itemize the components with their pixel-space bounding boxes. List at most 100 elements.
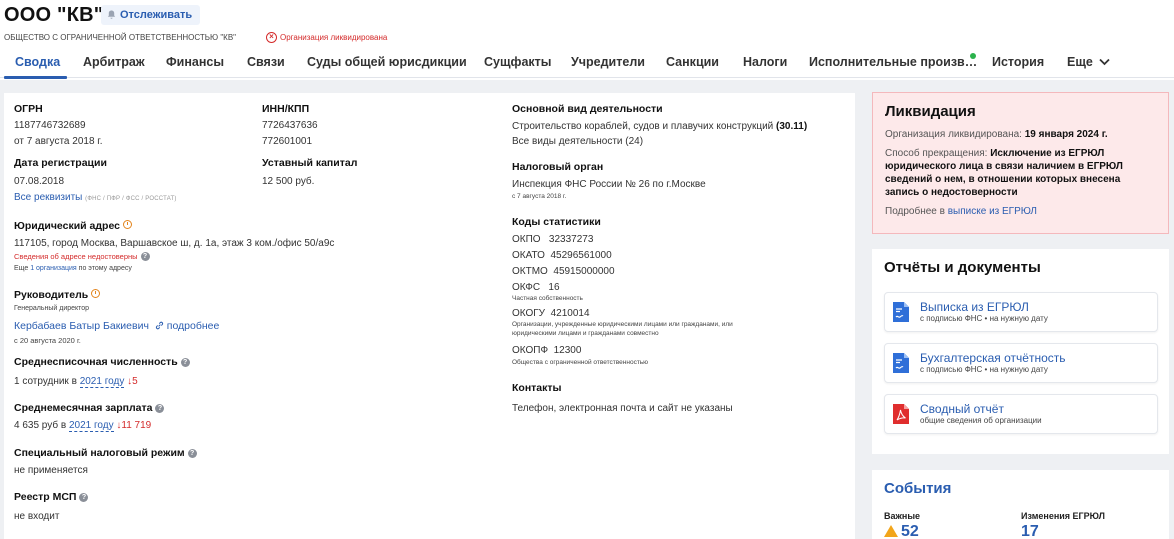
company-header: ООО "КВ" Отслеживать ОБЩЕСТВО С ОГРАНИЧЕ… <box>0 0 1174 80</box>
doc-title: Бухгалтерская отчётность <box>920 351 1066 365</box>
egrul-changes-count[interactable]: 17 <box>1021 523 1039 539</box>
info-icon[interactable]: ? <box>180 358 190 367</box>
liquidation-date-row: Организация ликвидирована: 19 января 202… <box>885 128 1156 141</box>
follow-label: Отслеживать <box>120 9 193 21</box>
director-since: с 20 августа 2020 г. <box>14 336 81 345</box>
okogu-desc-2: юридическими лицами и гражданами совмест… <box>512 330 659 337</box>
doc-item-egrul[interactable]: Выписка из ЕГРЮЛ с подписью ФНС • на нуж… <box>884 292 1158 332</box>
status-badge: × Организация ликвидирована <box>266 32 387 43</box>
salary-label: Среднемесячная зарплата? <box>14 402 165 414</box>
requisites-note: (ФНС / ПФР / ФСС / РОССТАТ) <box>85 196 177 202</box>
employees-delta: ↓5 <box>127 376 138 387</box>
summary-panel: ОГРН 1187746732689 от 7 августа 2018 г. … <box>4 93 855 539</box>
okpo-value: ОКПО 32337273 <box>512 234 594 245</box>
activity-value: Строительство кораблей, судов и плавучих… <box>512 121 807 132</box>
liquidation-date: 19 января 2024 г. <box>1024 129 1108 140</box>
new-indicator-dot <box>970 53 976 59</box>
events-title[interactable]: События <box>884 480 1157 497</box>
tax-regime-label: Специальный налоговый режим? <box>14 447 197 459</box>
doc-item-summary[interactable]: Сводный отчёт общие сведения об организа… <box>884 394 1158 434</box>
info-icon[interactable]: ? <box>140 252 150 261</box>
tab-sanctions[interactable]: Санкции <box>666 55 719 69</box>
egrul-extract-link[interactable]: выписке из ЕГРЮЛ <box>948 206 1037 217</box>
employees-label-text: Среднесписочная численность <box>14 356 178 368</box>
doc-sub: с подписью ФНС • на нужную дату <box>920 365 1048 374</box>
address-more-prefix: Еще <box>14 265 29 272</box>
reg-date-label: Дата регистрации <box>14 157 107 169</box>
tab-arbitration[interactable]: Арбитраж <box>83 55 145 69</box>
tab-history[interactable]: История <box>992 55 1044 69</box>
okopf-value: ОКОПФ 12300 <box>512 345 582 356</box>
address-more-link[interactable]: 1 организация <box>30 265 77 272</box>
tab-more[interactable]: Еще <box>1067 55 1110 69</box>
tab-finance[interactable]: Финансы <box>166 55 224 69</box>
msp-value: не входит <box>14 511 60 522</box>
info-icon[interactable]: ? <box>155 404 165 413</box>
inn-value: 7726437636 <box>262 120 318 131</box>
tab-summary[interactable]: Сводка <box>15 55 60 69</box>
bell-icon <box>107 10 116 19</box>
all-requisites: Все реквизиты (ФНС / ПФР / ФСС / РОССТАТ… <box>14 192 177 203</box>
doc-title: Сводный отчёт <box>920 402 1004 416</box>
director-name-link[interactable]: Кербабаев Батыр Бакиевич <box>14 320 149 332</box>
activity-code: (30.11) <box>776 121 808 132</box>
tab-connections[interactable]: Связи <box>247 55 285 69</box>
company-title: ООО "КВ" <box>4 4 104 26</box>
tab-more-label: Еще <box>1067 55 1093 69</box>
address-warning-text: Сведения об адресе недостоверны <box>14 252 138 261</box>
stat-codes-label: Коды статистики <box>512 216 601 228</box>
salary-label-text: Среднемесячная зарплата <box>14 402 153 414</box>
all-requisites-link[interactable]: Все реквизиты <box>14 192 82 203</box>
address-more: Еще 1 организация по этому адресу <box>14 265 132 272</box>
ogrn-date: от 7 августа 2018 г. <box>14 136 103 147</box>
important-events-count[interactable]: 52 <box>884 523 919 539</box>
tab-taxes[interactable]: Налоги <box>743 55 787 69</box>
salary-year-link[interactable]: 2021 году <box>68 420 114 432</box>
liquidation-reason-prefix: Способ прекращения: <box>885 148 988 159</box>
docs-title: Отчёты и документы <box>884 259 1041 276</box>
capital-label: Уставный капитал <box>262 157 358 169</box>
employees-prefix: 1 сотрудник в <box>14 376 77 387</box>
ogrn-label: ОГРН <box>14 103 43 115</box>
events-card: События Важные 52 Изменения ЕГРЮЛ 17 <box>872 470 1169 539</box>
close-circle-icon: × <box>266 32 277 43</box>
address-warning: Сведения об адресе недостоверны? <box>14 252 150 261</box>
tab-courts[interactable]: Суды общей юрисдикции <box>307 55 467 69</box>
tax-office-label: Налоговый орган <box>512 161 604 173</box>
status-text: Организация ликвидирована <box>280 33 388 42</box>
msp-label: Реестр МСП? <box>14 491 89 503</box>
director-more-link[interactable]: подробнее <box>167 320 220 332</box>
ogrn-value: 1187746732689 <box>14 120 86 131</box>
docs-card: Отчёты и документы Выписка из ЕГРЮЛ с по… <box>872 249 1169 454</box>
employees-label: Среднесписочная численность? <box>14 356 190 368</box>
doc-item-accounting[interactable]: Бухгалтерская отчётность с подписью ФНС … <box>884 343 1158 383</box>
pdf-icon <box>893 404 909 424</box>
activity-label: Основной вид деятельности <box>512 103 663 115</box>
follow-button[interactable]: Отслеживать <box>101 5 201 25</box>
liquidation-card: Ликвидация Организация ликвидирована: 19… <box>872 92 1169 234</box>
okfs-value: ОКФС 16 <box>512 282 560 293</box>
director-label-text: Руководитель <box>14 289 89 301</box>
info-icon[interactable]: ? <box>187 449 197 458</box>
liquidation-reason-row: Способ прекращения: Исключение из ЕГРЮЛ … <box>885 147 1156 199</box>
employees-year-link[interactable]: 2021 году <box>79 376 125 388</box>
liquidation-more-row: Подробнее в выписке из ЕГРЮЛ <box>885 205 1156 218</box>
active-tab-indicator <box>4 76 67 79</box>
salary-value: 4 635 руб в 2021 году ↓11 719 <box>14 420 151 432</box>
okato-value: ОКАТО 45296561000 <box>512 250 612 261</box>
info-icon[interactable]: ? <box>79 493 89 502</box>
tab-founders[interactable]: Учредители <box>571 55 645 69</box>
director-position: Генеральный директор <box>14 305 90 312</box>
okogu-desc-1: Организации, учрежденные юридическими ли… <box>512 321 733 328</box>
tab-facts[interactable]: Сущфакты <box>484 55 551 69</box>
all-activities-link[interactable]: Все виды деятельности (24) <box>512 136 643 147</box>
reg-date-value: 07.08.2018 <box>14 176 65 187</box>
director-row: Кербабаев Батыр Бакиевич подробнее <box>14 320 219 332</box>
address-label: Юридический адрес <box>14 220 132 232</box>
tab-enforcement[interactable]: Исполнительные произв… <box>809 55 977 69</box>
clock-icon <box>123 220 132 229</box>
blue-doc-icon <box>893 302 909 322</box>
important-events-value: 52 <box>901 523 919 539</box>
chevron-down-icon <box>1099 58 1110 66</box>
address-label-text: Юридический адрес <box>14 220 120 232</box>
